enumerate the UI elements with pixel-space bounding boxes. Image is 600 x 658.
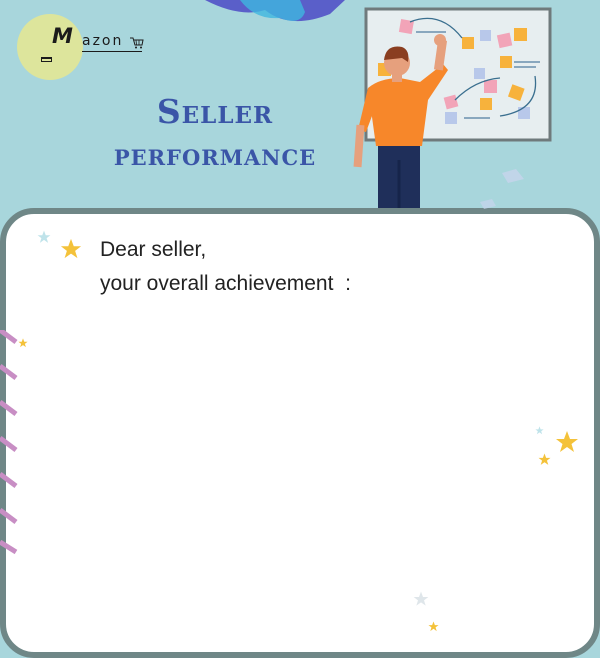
brand-underline — [82, 51, 142, 52]
greeting-text: Dear seller, your overall achievement : — [100, 233, 351, 301]
star-icon — [480, 199, 496, 209]
star-icon — [413, 591, 429, 606]
logo-smile-icon — [41, 57, 52, 62]
decorative-stripes — [0, 330, 18, 555]
star-icon — [37, 230, 51, 243]
brand-name: azon — [82, 33, 124, 49]
star-icon — [538, 453, 551, 465]
star-icon — [502, 169, 524, 183]
star-icon — [535, 426, 544, 435]
presenter-illustration — [353, 7, 552, 220]
logo-initial: M — [52, 24, 73, 48]
star-icon — [428, 621, 439, 632]
star-icon — [556, 431, 578, 452]
logo: M — [17, 14, 83, 80]
greeting-line1: Dear seller, — [100, 238, 207, 261]
cart-icon — [130, 37, 144, 49]
star-icon — [18, 338, 28, 348]
star-icon — [60, 238, 82, 259]
greeting-line2: your overall achievement : — [100, 272, 351, 295]
